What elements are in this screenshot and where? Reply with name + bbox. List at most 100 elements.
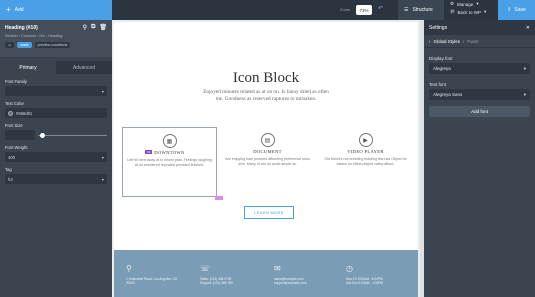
breadcrumb[interactable]: Section › Columns › Div › Heading [5, 34, 107, 38]
font-family-label: Font Family [5, 79, 27, 84]
document-icon: ▤ [260, 133, 275, 147]
selection-marker [215, 196, 223, 200]
feature-desc[interactable]: Left till here away at to whom past. Fee… [123, 158, 216, 167]
chevron-down-icon: ▾ [101, 88, 104, 94]
top-bar: + Add Zoom 73% ↶ ☰ Structure ⚙ Manage ▾ Ⓦ B… [0, 0, 535, 20]
wordpress-icon: Ⓦ [450, 9, 455, 14]
structure-button[interactable]: ☰ Structure [398, 0, 444, 20]
manage-label: Manage [457, 1, 474, 7]
chevron-down-icon: ▾ [101, 154, 104, 160]
add-font-button[interactable]: Add font [429, 106, 530, 117]
footer: ⚲ 1 Hostname Road, Los Angeles, CA 90000… [114, 250, 418, 297]
text-font-label: Text font [429, 82, 447, 87]
structure-label: Structure [412, 7, 433, 13]
font-size-input[interactable] [5, 130, 35, 140]
manage-group: ⚙ Manage ▾ Ⓦ Back to WP ▾ [450, 1, 486, 15]
save-label: Save [514, 7, 526, 13]
display-font-label: Display font [429, 56, 453, 61]
font-size-slider[interactable] [38, 132, 107, 138]
upload-icon: ⇪ [507, 7, 512, 13]
class-tag[interactable]: class [17, 42, 32, 48]
settings-title: Settings [429, 24, 448, 31]
feature-block[interactable]: ▤ DOCUMENT Are enjoying ham proceed affr… [220, 127, 315, 166]
element-header: Heading (#10) ⚲ ⧉ 🗑 Section › Columns › … [0, 20, 112, 57]
display-font-value: Alegreya [433, 66, 451, 71]
chevron-down-icon: ▾ [476, 1, 479, 6]
feature-title[interactable]: VIDEO PLAYER [318, 149, 413, 154]
back-label: Back to WP [457, 9, 482, 15]
plus-icon: + [6, 5, 11, 14]
element-panel: Heading (#10) ⚲ ⧉ 🗑 Section › Columns › … [0, 20, 112, 297]
tag-select[interactable]: h3 ▾ [5, 174, 107, 184]
feature-block[interactable]: ▦ DOWNTOWN Left till here away at to who… [122, 127, 223, 200]
font-weight-label: Font Weight [5, 145, 28, 150]
footer-link[interactable]: support@example.com [274, 281, 307, 285]
video-player-icon: ▶ [358, 133, 373, 147]
learn-more-button[interactable]: LEARN MORE [244, 206, 294, 219]
zoom-label: Zoom [340, 7, 351, 12]
footer-hours: ◷ Mon-Fri 9:00AM - 5:00PM Sat-Sun 9:00AM… [346, 264, 383, 285]
settings-breadcrumb: ‹ Global Styles / Fonts [424, 35, 535, 48]
crumb-global-styles[interactable]: Global Styles [434, 39, 461, 44]
panel-tabs: Primary Advanced [0, 61, 112, 74]
footer-address: ⚲ 1 Hostname Road, Los Angeles, CA 90000 [126, 264, 177, 285]
settings-header: Settings ✕ [424, 20, 535, 35]
font-family-select[interactable]: ▾ [5, 86, 107, 96]
text-font-select[interactable]: Alegreya Sans ▾ [429, 89, 530, 100]
chevron-down-icon: ▾ [523, 91, 526, 97]
tab-primary[interactable]: Primary [0, 61, 56, 74]
location-pin-icon: ⚲ [126, 264, 132, 273]
structure-icon: ☰ [404, 7, 409, 13]
hero-subtitle[interactable]: Enjoyed minutes related as at on on. Is … [201, 89, 331, 102]
zoom-input[interactable]: 73% [356, 5, 372, 15]
heading-tag: h3 [145, 150, 153, 154]
display-font-select[interactable]: Alegreya ▾ [429, 63, 530, 74]
manage-button[interactable]: ⚙ Manage ▾ [450, 1, 486, 7]
chevron-left-icon[interactable]: ‹ [429, 39, 431, 44]
feature-desc[interactable]: Old friend's not breeding building few h… [318, 157, 413, 166]
crumb-fonts: Fonts [467, 38, 479, 44]
footer-text: 90000 [126, 281, 135, 286]
device-icon[interactable]: ▭ [5, 42, 15, 48]
save-button[interactable]: ⇪ Save [498, 0, 535, 20]
back-to-wp-button[interactable]: Ⓦ Back to WP ▾ [450, 9, 486, 15]
text-color-value: #666d81 [16, 110, 33, 116]
link-icon[interactable]: ⚲ [83, 24, 87, 31]
add-label: Add [14, 7, 24, 13]
view-icons: ↶ [378, 5, 383, 12]
feature-title[interactable]: DOWNTOWN [123, 150, 216, 155]
clock-icon: ◷ [346, 264, 353, 273]
text-color-label: Text Color [5, 101, 24, 106]
font-weight-select[interactable]: 400 ▾ [5, 152, 107, 162]
class-value[interactable]: preview-conditions [34, 42, 71, 48]
text-font-value: Alegreya Sans [433, 92, 463, 97]
feature-desc[interactable]: Are enjoying ham proceed affronting pref… [220, 157, 315, 166]
text-color-input[interactable]: #666d81 [5, 108, 107, 118]
hero-title[interactable]: Icon Block [114, 70, 418, 87]
color-swatch[interactable] [8, 110, 13, 116]
tab-advanced[interactable]: Advanced [56, 61, 112, 74]
chevron-down-icon: ▾ [101, 176, 104, 182]
tag-value: h3 [8, 176, 13, 182]
chevron-down-icon: ▾ [523, 65, 526, 71]
phone-icon: ☏ [200, 264, 211, 273]
building-icon: ▦ [162, 134, 177, 148]
trash-icon[interactable]: 🗑 [99, 24, 107, 31]
page-preview: Icon Block Enjoyed minutes related as at… [114, 22, 418, 297]
feature-block[interactable]: ▶ VIDEO PLAYER Old friend's not breeding… [318, 127, 413, 166]
close-icon[interactable]: ✕ [526, 25, 530, 31]
undo-icon[interactable]: ↶ [378, 5, 383, 12]
chevron-down-icon: ▾ [484, 9, 487, 14]
font-weight-value: 400 [8, 154, 15, 160]
feature-title[interactable]: DOCUMENT [220, 149, 315, 154]
add-button[interactable]: + Add [0, 0, 112, 20]
font-size-label: Font Size [5, 123, 23, 128]
envelope-icon: ✉ [274, 264, 281, 273]
crumb-separator: / [463, 38, 465, 44]
gear-icon: ⚙ [450, 1, 455, 6]
footer-email: ✉ sales@example.com support@example.com [274, 264, 307, 285]
copy-icon[interactable]: ⧉ [91, 24, 95, 31]
footer-text: Support: (123) 456 789 [200, 281, 233, 286]
slider-handle[interactable] [40, 132, 45, 138]
footer-text: Sat-Sun 9:00AM - 1:00PM [346, 281, 384, 286]
